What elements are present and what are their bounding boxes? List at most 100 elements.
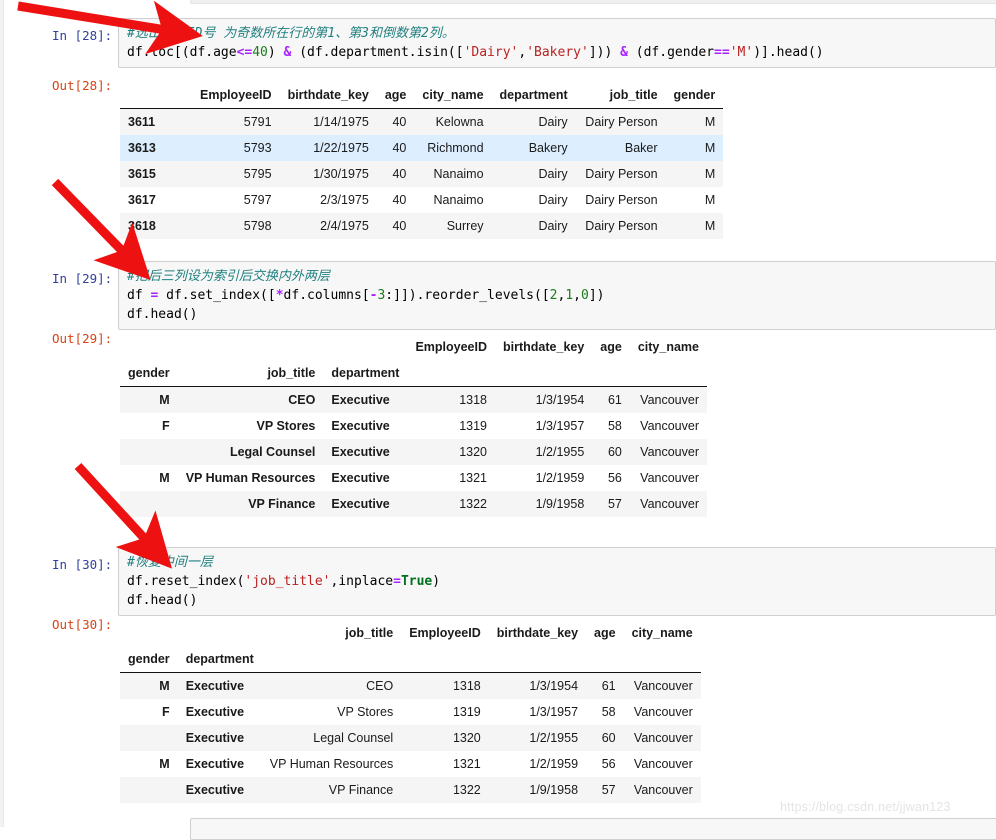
table-30-row-index-gender <box>120 725 178 751</box>
table-30-column-header: EmployeeID <box>409 626 481 640</box>
code-line-head: df.head() <box>127 307 198 322</box>
table-cell: 1/3/1954 <box>495 386 593 413</box>
table-30-row-index-gender: M <box>120 751 178 777</box>
table-cell: Baker <box>575 135 666 161</box>
table-row: 3615 5795 1/30/1975 40 Nanaimo Dairy Dairy Per… <box>120 161 724 187</box>
table-row: F VP Stores Executive 1319 1/3/1957 58 Vancouv… <box>120 413 707 439</box>
table-cell: Dairy <box>491 108 576 135</box>
table-cell: 1/2/1955 <box>488 725 587 751</box>
table-cell: 1/2/1959 <box>495 465 593 491</box>
table-30-index-name-blank <box>261 646 402 673</box>
in-prompt-29[interactable]: In [29]: <box>52 271 112 286</box>
csdn-watermark: https://blog.csdn.net/jjwan123 <box>780 800 951 814</box>
table-cell: Vancouver <box>623 751 701 777</box>
table-cell: 2/3/1975 <box>279 187 377 213</box>
table-29-index-name-blank <box>407 360 496 387</box>
table-28-header-row: EmployeeID birthdate_key age city_name depar… <box>120 82 724 109</box>
table-29-row-index-gender <box>120 439 178 465</box>
table-29-index-name-blank <box>629 360 707 387</box>
table-cell: 40 <box>376 187 415 213</box>
out-prompt-30: Out[30]: <box>52 617 113 632</box>
table-cell: Vancouver <box>623 777 701 803</box>
table-cell: VP Human Resources <box>261 751 402 777</box>
cell-peek-above <box>190 0 996 4</box>
table-cell: 1318 <box>407 386 496 413</box>
table-29-row-index-job_title: CEO <box>177 386 324 413</box>
table-29-row-index-gender: M <box>120 465 178 491</box>
table-row: M CEO Executive 1318 1/3/1954 61 Vancouver <box>120 386 707 413</box>
table-30-indexname-row: gender department <box>120 646 701 673</box>
table-row: F Executive VP Stores 1319 1/3/1957 58 Vancouv… <box>120 699 701 725</box>
table-30-corner-blank <box>178 620 262 646</box>
notebook-left-rail <box>0 0 4 827</box>
table-cell: Dairy Person <box>575 213 666 239</box>
table-cell: 1/14/1975 <box>279 108 377 135</box>
table-cell: 5798 <box>192 213 280 239</box>
table-28-index-corner <box>120 82 192 109</box>
in-prompt-28[interactable]: In [28]: <box>52 28 112 43</box>
table-30-column-row: job_title EmployeeID birthdate_key age city_… <box>120 620 701 646</box>
table-28: EmployeeID birthdate_key age city_name depar… <box>120 82 724 239</box>
table-29-row-index-department: Executive <box>323 491 408 517</box>
table-cell: VP Stores <box>261 699 402 725</box>
table-28-column-header: job_title <box>575 82 666 109</box>
table-28-column-header: age <box>376 82 415 109</box>
dataframe-output-28: EmployeeID birthdate_key age city_name depar… <box>120 82 724 239</box>
table-29-row-index-department: Executive <box>323 386 408 413</box>
table-cell: 40 <box>376 108 415 135</box>
table-29-column-header: EmployeeID <box>415 340 488 354</box>
table-30-column-header: job_title <box>345 626 394 640</box>
code-line-expression: df.reset_index('job_title',inplace=True) <box>127 574 441 589</box>
table-28-column-header: birthdate_key <box>279 82 377 109</box>
table-cell: Dairy <box>491 213 576 239</box>
table-cell: 40 <box>376 135 415 161</box>
code-cell-28[interactable]: #选出员工ID号 为奇数所在行的第1、第3和倒数第2列。 df.loc[(df.… <box>118 18 996 68</box>
table-30-row-index-department: Executive <box>177 751 262 777</box>
table-29-row-index-gender <box>120 491 178 517</box>
table-row: Executive VP Finance 1322 1/9/1958 57 Vancouv… <box>120 777 701 803</box>
table-30-head: job_title EmployeeID birthdate_key age city_… <box>120 620 701 673</box>
table-30-column-header: birthdate_key <box>496 626 579 640</box>
table-cell: 1320 <box>407 439 496 465</box>
table-cell: Dairy <box>491 161 576 187</box>
table-row-index: 3613 <box>120 135 192 161</box>
table-cell: 60 <box>592 439 630 465</box>
table-28-column-header: gender <box>665 82 724 109</box>
table-cell: 1/22/1975 <box>279 135 377 161</box>
table-30-body: M Executive CEO 1318 1/3/1954 61 Vancouver F Exe… <box>120 672 701 803</box>
code-line-expression: df = df.set_index([*df.columns[-3:]]).re… <box>127 288 605 303</box>
table-row: 3613 5793 1/22/1975 40 Richmond Bakery Baker M <box>120 135 724 161</box>
table-cell: 5793 <box>192 135 280 161</box>
table-cell: VP Finance <box>261 777 402 803</box>
table-cell: 1/2/1955 <box>495 439 593 465</box>
table-row: Executive Legal Counsel 1320 1/2/1955 60 Vanc… <box>120 725 701 751</box>
table-cell: 1/2/1959 <box>488 751 587 777</box>
table-cell: 1320 <box>401 725 489 751</box>
table-cell: Dairy Person <box>575 161 666 187</box>
in-prompt-30[interactable]: In [30]: <box>52 557 112 572</box>
table-29-indexname-row: gender job_title department <box>120 360 707 387</box>
table-cell: 1/3/1957 <box>488 699 587 725</box>
table-cell: 40 <box>376 161 415 187</box>
table-row: 3611 5791 1/14/1975 40 Kelowna Dairy Dairy Per… <box>120 108 724 135</box>
table-28-column-header: department <box>491 82 576 109</box>
table-29-corner-blank <box>323 334 407 360</box>
table-cell: 58 <box>592 413 630 439</box>
code-line-comment: #选出员工ID号 为奇数所在行的第1、第3和倒数第2列。 <box>127 26 455 41</box>
table-29-corner-blank <box>120 334 178 360</box>
out-prompt-29: Out[29]: <box>52 331 113 346</box>
table-28-column-header: city_name <box>414 82 492 109</box>
table-cell: Bakery <box>491 135 576 161</box>
table-cell: 60 <box>586 725 624 751</box>
code-cell-30[interactable]: #恢复中间一层 df.reset_index('job_title',inpla… <box>118 547 996 616</box>
table-28-column-header: EmployeeID <box>192 82 280 109</box>
table-cell: 1319 <box>401 699 489 725</box>
table-29-row-index-job_title: Legal Counsel <box>177 439 324 465</box>
table-29-head: EmployeeID birthdate_key age city_name gend… <box>120 334 707 387</box>
table-30-row-index-department: Executive <box>177 699 262 725</box>
table-29-column-row: EmployeeID birthdate_key age city_name <box>120 334 707 360</box>
table-cell: M <box>665 135 724 161</box>
code-cell-29[interactable]: #把后三列设为索引后交换内外两层 df = df.set_index([*df.… <box>118 261 996 330</box>
cell-peek-below <box>190 818 996 840</box>
table-cell: M <box>665 161 724 187</box>
